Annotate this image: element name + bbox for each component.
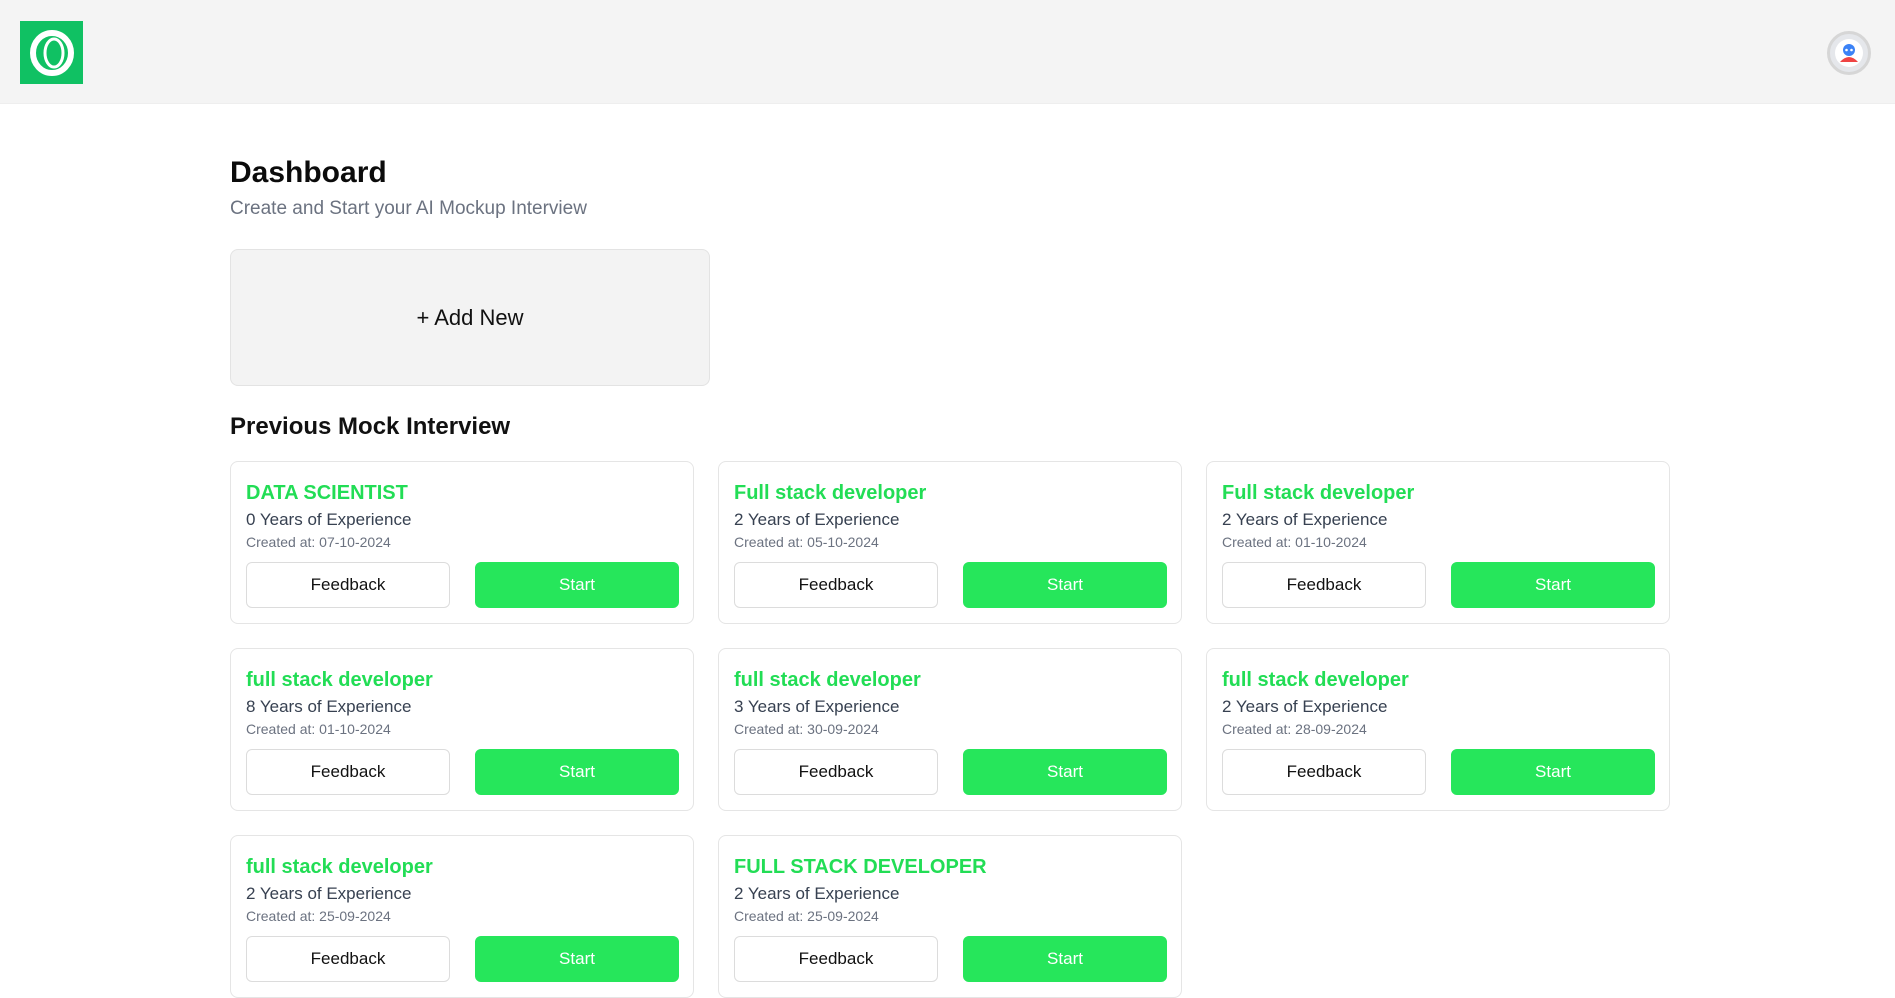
interview-card: Full stack developer 2 Years of Experien… [1206, 461, 1670, 624]
feedback-button[interactable]: Feedback [246, 562, 450, 608]
interview-experience: 8 Years of Experience [246, 697, 412, 716]
interview-card: full stack developer 2 Years of Experien… [1206, 648, 1670, 811]
feedback-button[interactable]: Feedback [734, 749, 938, 795]
start-button[interactable]: Start [475, 936, 679, 982]
interview-role: full stack developer [1222, 669, 1409, 691]
interview-card: full stack developer 3 Years of Experien… [718, 648, 1182, 811]
interview-created-date: Created at: 01-10-2024 [1222, 534, 1367, 550]
interview-experience: 3 Years of Experience [734, 697, 900, 716]
interview-role: full stack developer [246, 669, 433, 691]
start-button[interactable]: Start [1451, 749, 1655, 795]
interview-experience: 0 Years of Experience [246, 510, 412, 529]
user-avatar-icon[interactable] [1827, 31, 1871, 75]
interview-role: FULL STACK DEVELOPER [734, 856, 987, 878]
interview-role: full stack developer [246, 856, 433, 878]
interview-card: full stack developer 8 Years of Experien… [230, 648, 694, 811]
start-button[interactable]: Start [475, 562, 679, 608]
interview-experience: 2 Years of Experience [734, 510, 900, 529]
feedback-button[interactable]: Feedback [246, 936, 450, 982]
start-button[interactable]: Start [963, 749, 1167, 795]
feedback-button[interactable]: Feedback [246, 749, 450, 795]
interview-experience: 2 Years of Experience [734, 884, 900, 903]
interview-created-date: Created at: 07-10-2024 [246, 534, 391, 550]
page-title: Dashboard [230, 156, 387, 189]
feedback-button[interactable]: Feedback [1222, 562, 1426, 608]
interview-created-date: Created at: 05-10-2024 [734, 534, 879, 550]
start-button[interactable]: Start [963, 562, 1167, 608]
feedback-button[interactable]: Feedback [1222, 749, 1426, 795]
start-button[interactable]: Start [963, 936, 1167, 982]
interview-card: Full stack developer 2 Years of Experien… [718, 461, 1182, 624]
start-button[interactable]: Start [1451, 562, 1655, 608]
interview-experience: 2 Years of Experience [1222, 697, 1388, 716]
interview-created-date: Created at: 25-09-2024 [246, 908, 391, 924]
interview-role: DATA SCIENTIST [246, 482, 408, 504]
section-title-previous: Previous Mock Interview [230, 413, 511, 440]
logo-icon[interactable] [20, 21, 83, 84]
start-button[interactable]: Start [475, 749, 679, 795]
interview-role: Full stack developer [1222, 482, 1415, 504]
interview-experience: 2 Years of Experience [246, 884, 412, 903]
interview-role: Full stack developer [734, 482, 927, 504]
feedback-button[interactable]: Feedback [734, 936, 938, 982]
top-header [0, 0, 1895, 104]
interview-card: DATA SCIENTIST 0 Years of Experience Cre… [230, 461, 694, 624]
add-new-button[interactable]: + Add New [230, 249, 710, 386]
interview-created-date: Created at: 01-10-2024 [246, 721, 391, 737]
interview-role: full stack developer [734, 669, 921, 691]
interview-created-date: Created at: 28-09-2024 [1222, 721, 1367, 737]
feedback-button[interactable]: Feedback [734, 562, 938, 608]
interview-created-date: Created at: 25-09-2024 [734, 908, 879, 924]
interview-experience: 2 Years of Experience [1222, 510, 1388, 529]
add-new-label: + Add New [416, 304, 524, 330]
page-subtitle: Create and Start your AI Mockup Intervie… [230, 198, 587, 219]
interview-created-date: Created at: 30-09-2024 [734, 721, 879, 737]
